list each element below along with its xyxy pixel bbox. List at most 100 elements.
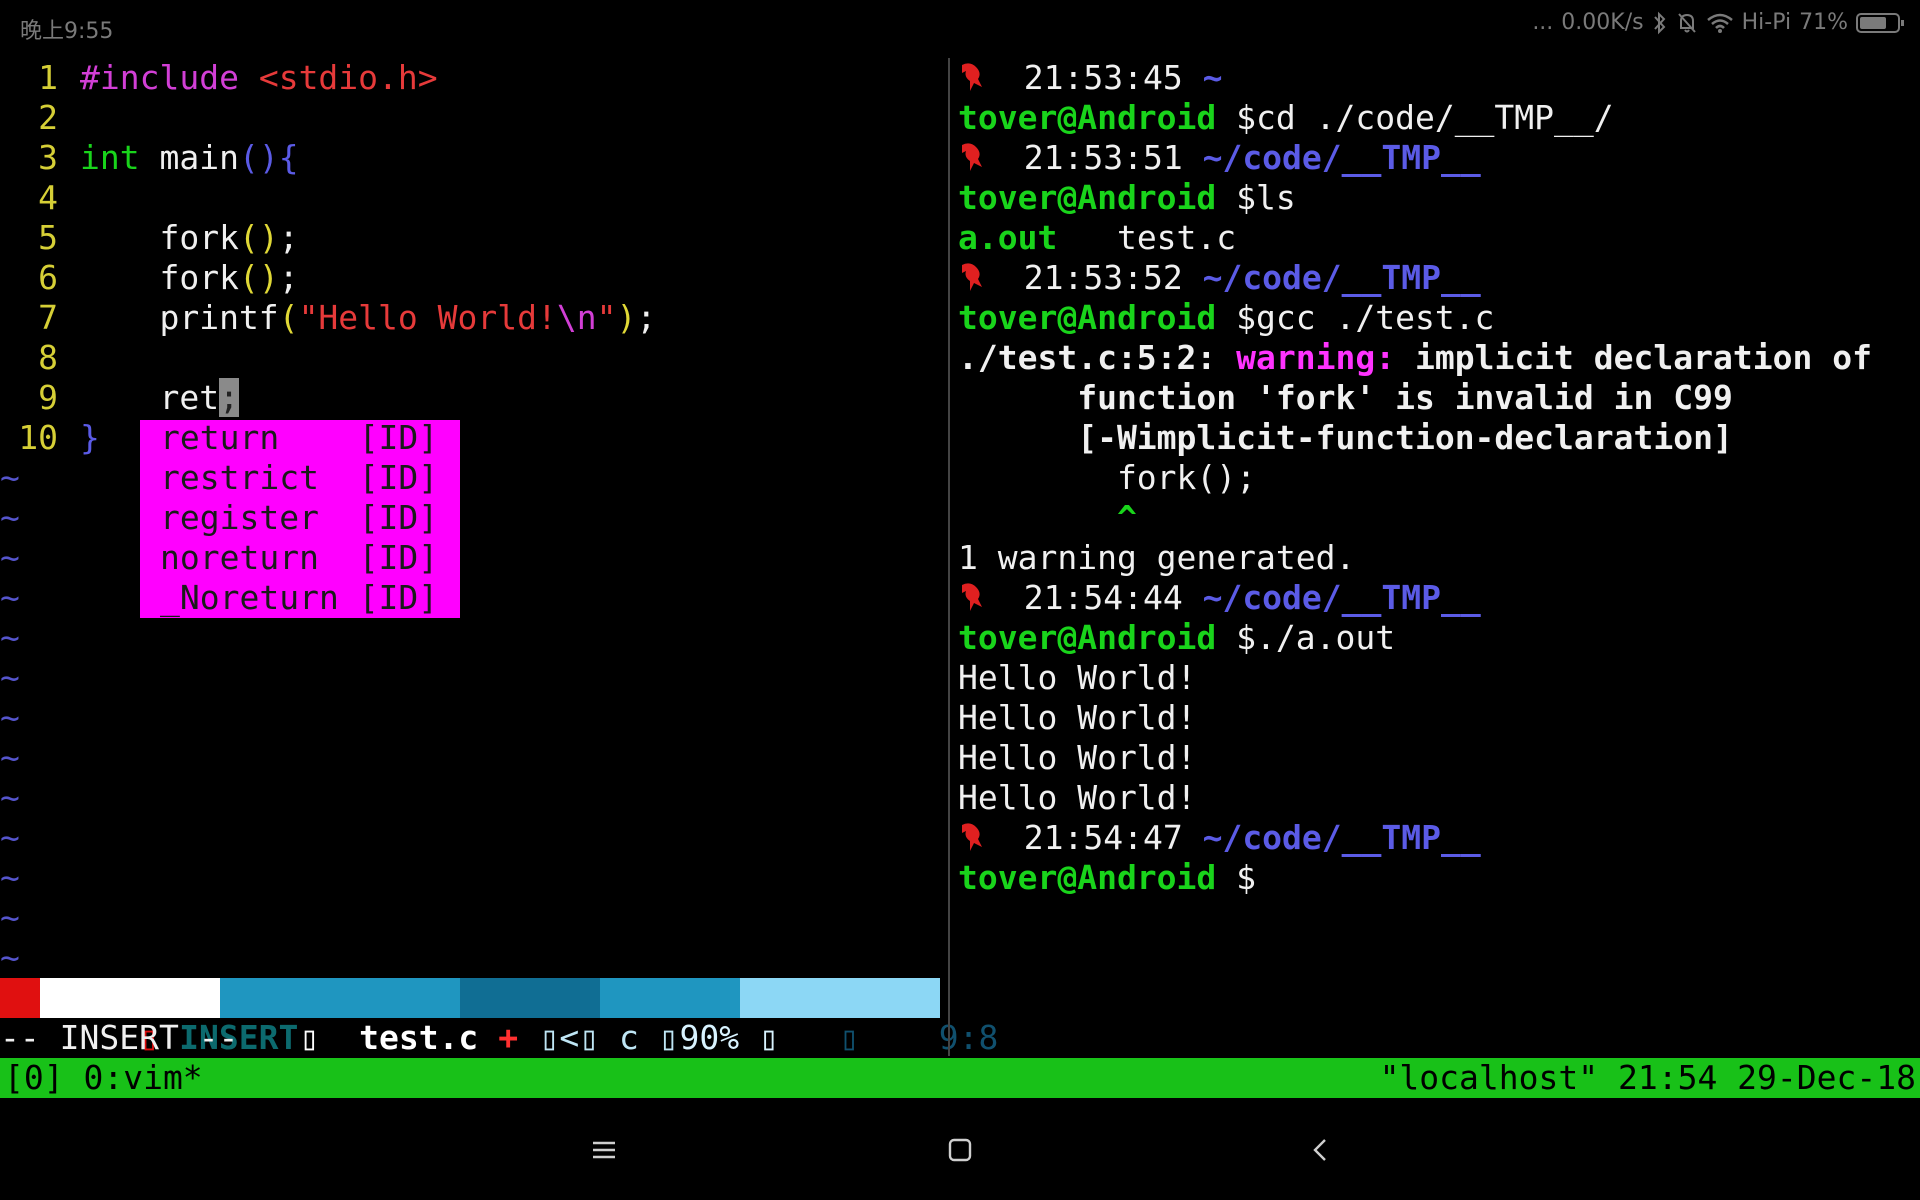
empty-line-tilde: ~ [0, 658, 20, 697]
line-number: 4 [38, 178, 58, 217]
code-line[interactable]: fork(); [80, 218, 299, 258]
shell-line: 21:53:51 ~/code/__TMP__ [958, 138, 1481, 178]
menu-button[interactable] [584, 1130, 624, 1170]
tmux-status-bar: [0] 0:vim* "localhost" 21:54 29-Dec-18 [0, 1058, 1920, 1098]
code-token: ; [636, 298, 657, 337]
prompt-path: ~/code/__TMP__ [1202, 138, 1481, 177]
empty-line-tilde: ~ [0, 618, 20, 657]
prompt-user: tover@Android [958, 858, 1217, 897]
more-dots-icon: ... [1532, 10, 1554, 35]
completion-kind: [ID] [358, 498, 439, 537]
shell-output: Hello World! [958, 778, 1197, 817]
line-number: 9 [38, 378, 58, 417]
line-number: 1 [38, 58, 58, 97]
shell-line: tover@Android $gcc ./test.c [958, 298, 1494, 338]
completion-kind: [ID] [358, 578, 439, 617]
shell-line: tover@Android $ls [958, 178, 1296, 218]
code-token: fork [80, 218, 239, 257]
shell-line: 21:54:47 ~/code/__TMP__ [958, 818, 1481, 858]
mode-segment: ▯ INSERT [40, 978, 298, 1057]
code-token: () [238, 138, 279, 177]
shell-command: $ [1216, 858, 1257, 897]
clock: 晚上9:55 [20, 19, 114, 44]
shell-line: [-Wimplicit-function-declaration] [958, 418, 1733, 458]
completion-kind: [ID] [358, 418, 439, 457]
empty-line-tilde: ~ [0, 858, 20, 897]
empty-line-tilde: ~ [0, 938, 20, 977]
position-segment: ▯ 9:8 [740, 978, 998, 1057]
prompt-time: 21:53:45 [1023, 58, 1183, 97]
tmux-window-list[interactable]: [0] 0:vim* [4, 1058, 203, 1098]
code-token: <stdio.h> [258, 58, 438, 97]
network-name: Hi-Pi [1741, 10, 1792, 35]
penguin-prompt-icon [962, 143, 982, 171]
code-line[interactable]: } [80, 418, 100, 458]
android-nav-bar [0, 1098, 1920, 1200]
line-number: 7 [38, 298, 58, 337]
code-line[interactable]: int main(){ [80, 138, 299, 178]
home-button[interactable] [940, 1130, 980, 1170]
prompt-path: ~/code/__TMP__ [1202, 578, 1481, 617]
code-line[interactable]: printf("Hello World!\n"); [80, 298, 656, 338]
completion-item[interactable]: _Noreturn [ID] [160, 578, 438, 618]
shell-line: function 'fork' is invalid in C99 [958, 378, 1733, 418]
code-token: " [596, 298, 617, 337]
warning-location: ./test.c:5:2: [958, 338, 1237, 377]
prompt-time: 21:54:44 [1023, 578, 1183, 617]
completion-word: register [160, 498, 359, 537]
completion-item[interactable]: restrict [ID] [160, 458, 438, 498]
code-token: { [278, 138, 299, 177]
empty-line-tilde: ~ [0, 738, 20, 777]
bluetooth-icon [1653, 11, 1665, 34]
shell-line: ^ [958, 498, 1137, 538]
shell-output: [-Wimplicit-function-declaration] [958, 418, 1733, 457]
line-number: 2 [38, 98, 58, 137]
pane-divider[interactable] [948, 58, 950, 1056]
text-cursor: ; [219, 378, 239, 417]
penguin-prompt-icon [962, 823, 982, 851]
battery-icon [1856, 12, 1904, 33]
back-icon [1313, 1139, 1326, 1161]
code-token: "Hello World! [298, 298, 557, 337]
completion-item[interactable]: noreturn [ID] [160, 538, 438, 578]
shell-line: 21:54:44 ~/code/__TMP__ [958, 578, 1481, 618]
ls-file: test.c [1057, 218, 1237, 257]
prompt-time: 21:54:47 [1023, 818, 1183, 857]
shell-pane[interactable]: 21:53:45 ~ tover@Android $cd ./code/__TMP… [958, 58, 1920, 1058]
line-number: 3 [38, 138, 58, 177]
battery-level [1860, 16, 1886, 29]
completion-item[interactable]: return [ID] [160, 418, 438, 458]
empty-line-tilde: ~ [0, 778, 20, 817]
code-token: ( [278, 298, 299, 337]
completion-popup[interactable]: return [ID] restrict [ID] register [ID] nor… [140, 418, 460, 618]
code-line[interactable]: #include <stdio.h> [80, 58, 438, 98]
code-token: ) [616, 298, 637, 337]
line-number: 10 [18, 418, 58, 457]
back-button[interactable] [1300, 1130, 1340, 1170]
warning-message: implicit declaration of [1395, 338, 1872, 377]
completion-item[interactable]: register [ID] [160, 498, 438, 538]
shell-line: Hello World! [958, 658, 1196, 698]
prompt-time: 21:53:51 [1023, 138, 1183, 177]
shell-line: a.out test.c [958, 218, 1236, 258]
code-token: ret [80, 378, 220, 417]
ls-executable: a.out [958, 218, 1058, 257]
status-icons: ... 0.00K/s Hi-Pi 71% [1532, 10, 1904, 35]
completion-word: _Noreturn [160, 578, 359, 617]
line-number: 6 [38, 258, 58, 297]
code-line[interactable]: fork(); [80, 258, 298, 298]
prompt-user: tover@Android [958, 618, 1217, 657]
completion-word: noreturn [160, 538, 359, 577]
line-number: 8 [38, 338, 58, 377]
prompt-user: tover@Android [958, 298, 1217, 337]
code-token: ; [278, 218, 299, 257]
prompt-user: tover@Android [958, 98, 1217, 137]
warning-caret: ^ [958, 498, 1137, 537]
code-line[interactable]: ret; [80, 378, 239, 418]
android-status-bar: 晚上9:55 ... 0.00K/s Hi-Pi 71% [0, 0, 1920, 52]
